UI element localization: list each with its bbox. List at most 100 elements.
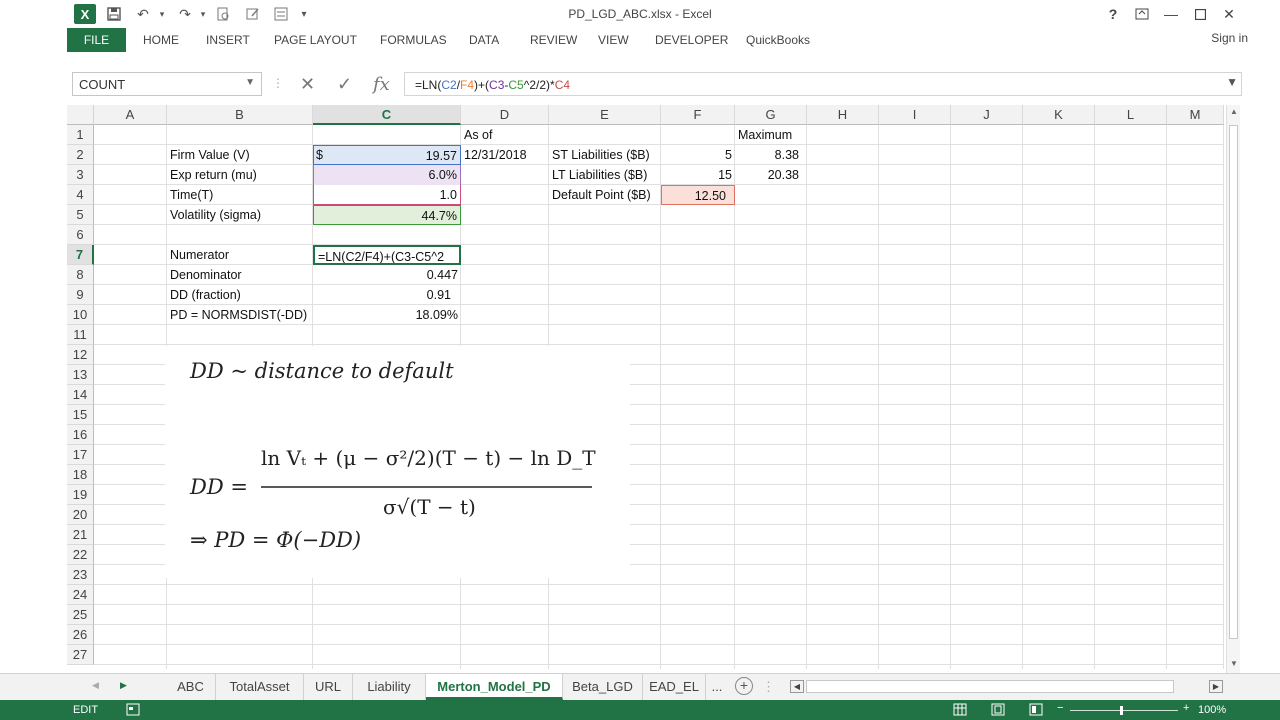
column-header-b[interactable]: B [167, 105, 313, 125]
sheet-tab-liability[interactable]: Liability [353, 674, 426, 700]
row-header-4[interactable]: 4 [67, 185, 94, 205]
scroll-down-icon[interactable]: ▼ [1230, 659, 1238, 668]
minimize-button[interactable]: — [1156, 4, 1186, 24]
cell-b2[interactable]: Firm Value (V) [167, 145, 313, 165]
row-header-23[interactable]: 23 [67, 565, 94, 585]
cell-c4[interactable]: 1.0 [313, 185, 461, 205]
cell-c7[interactable]: =LN(C2/F4)+(C3-C5^2 [313, 245, 461, 265]
sheet-tab-beta-lgd[interactable]: Beta_LGD [563, 674, 643, 700]
cell-b4[interactable]: Time(T) [167, 185, 313, 205]
cell-c2[interactable]: 19.57 [313, 145, 461, 165]
row-header-26[interactable]: 26 [67, 625, 94, 645]
column-header-k[interactable]: K [1023, 105, 1095, 125]
zoom-slider-thumb[interactable] [1120, 706, 1123, 715]
cell-c3[interactable]: 6.0% [313, 165, 461, 185]
tab-file[interactable]: FILE [67, 28, 126, 52]
scroll-left-icon[interactable]: ◀ [790, 680, 804, 693]
zoom-in-icon[interactable]: + [1183, 702, 1189, 714]
column-header-m[interactable]: M [1167, 105, 1224, 125]
cell-b7[interactable]: Numerator [167, 245, 313, 265]
close-button[interactable]: ✕ [1214, 4, 1244, 24]
vertical-scrollbar[interactable]: ▲ ▼ [1226, 105, 1240, 673]
enter-icon[interactable]: ✓ [337, 74, 352, 95]
cell-b8[interactable]: Denominator [167, 265, 313, 285]
column-header-c[interactable]: C [313, 105, 461, 125]
column-header-i[interactable]: I [879, 105, 951, 125]
zoom-out-icon[interactable]: − [1057, 702, 1063, 714]
row-header-9[interactable]: 9 [67, 285, 94, 305]
cancel-icon[interactable]: ✕ [300, 74, 315, 95]
row-header-27[interactable]: 27 [67, 645, 94, 665]
cell-b10[interactable]: PD = NORMSDIST(-DD) [167, 305, 313, 325]
more-sheets-button[interactable]: ... [706, 674, 728, 700]
tab-formulas[interactable]: FORMULAS [380, 33, 447, 47]
name-box[interactable]: COUNT ▼ [72, 72, 262, 96]
row-header-19[interactable]: 19 [67, 485, 94, 505]
tab-data[interactable]: DATA [469, 33, 499, 47]
row-header-18[interactable]: 18 [67, 465, 94, 485]
column-header-g[interactable]: G [735, 105, 807, 125]
maximize-button[interactable] [1185, 4, 1215, 24]
column-header-h[interactable]: H [807, 105, 879, 125]
add-sheet-button[interactable]: + [735, 677, 753, 695]
row-header-25[interactable]: 25 [67, 605, 94, 625]
formula-input[interactable]: =LN(C2/F4)+(C3-C5^2/2)*C4 [404, 72, 1242, 96]
row-header-15[interactable]: 15 [67, 405, 94, 425]
sheet-tab-url[interactable]: URL [304, 674, 353, 700]
cell-b3[interactable]: Exp return (mu) [167, 165, 313, 185]
tab-page-layout[interactable]: PAGE LAYOUT [274, 33, 357, 47]
column-header-j[interactable]: J [951, 105, 1023, 125]
row-header-14[interactable]: 14 [67, 385, 94, 405]
tab-home[interactable]: HOME [143, 33, 179, 47]
cell-b5[interactable]: Volatility (sigma) [167, 205, 313, 225]
expand-formula-bar-icon[interactable]: ▼ [1226, 75, 1238, 89]
sign-in-link[interactable]: Sign in [1211, 31, 1248, 45]
column-header-l[interactable]: L [1095, 105, 1167, 125]
row-header-22[interactable]: 22 [67, 545, 94, 565]
scroll-up-icon[interactable]: ▲ [1230, 107, 1238, 116]
row-header-10[interactable]: 10 [67, 305, 94, 325]
cell-e2[interactable]: ST Liabilities ($B) [549, 145, 661, 165]
horizontal-scrollbar-thumb[interactable] [806, 680, 1174, 693]
insert-function-icon[interactable]: fx [373, 74, 390, 95]
page-break-view-icon[interactable] [1029, 703, 1043, 719]
row-header-20[interactable]: 20 [67, 505, 94, 525]
row-header-7[interactable]: 7 [67, 245, 94, 265]
sheet-tab-abc[interactable]: ABC [166, 674, 216, 700]
cell-c5[interactable]: 44.7% [313, 205, 461, 225]
tab-insert[interactable]: INSERT [206, 33, 250, 47]
prev-sheet-icon[interactable]: ◀ [92, 680, 99, 691]
cell-d2[interactable]: 12/31/2018 [461, 145, 549, 165]
column-header-d[interactable]: D [461, 105, 549, 125]
chevron-down-icon[interactable]: ▼ [245, 77, 255, 88]
zoom-level[interactable]: 100% [1198, 704, 1226, 716]
tab-developer[interactable]: DEVELOPER [655, 33, 728, 47]
cell-b9[interactable]: DD (fraction) [167, 285, 313, 305]
row-header-24[interactable]: 24 [67, 585, 94, 605]
sheet-tab-merton-model-pd[interactable]: Merton_Model_PD [426, 674, 563, 700]
cell-f3[interactable]: 15 [661, 165, 735, 185]
sheet-tab-totalasset[interactable]: TotalAsset [216, 674, 304, 700]
row-header-2[interactable]: 2 [67, 145, 94, 165]
row-header-17[interactable]: 17 [67, 445, 94, 465]
tab-view[interactable]: VIEW [598, 33, 629, 47]
row-header-16[interactable]: 16 [67, 425, 94, 445]
scroll-right-icon[interactable]: ▶ [1209, 680, 1223, 693]
cell-c9[interactable]: 0.91 [313, 285, 461, 305]
column-header-f[interactable]: F [661, 105, 735, 125]
cell-e4[interactable]: Default Point ($B) [549, 185, 661, 205]
column-header-a[interactable]: A [94, 105, 167, 125]
help-button[interactable]: ? [1098, 4, 1128, 24]
cell-c8[interactable]: 0.447 [313, 265, 461, 285]
row-header-13[interactable]: 13 [67, 365, 94, 385]
row-header-6[interactable]: 6 [67, 225, 94, 245]
row-header-5[interactable]: 5 [67, 205, 94, 225]
cell-f4[interactable]: 12.50 [661, 185, 735, 205]
scrollbar-thumb[interactable] [1229, 125, 1238, 639]
row-header-11[interactable]: 11 [67, 325, 94, 345]
row-header-12[interactable]: 12 [67, 345, 94, 365]
macro-record-icon[interactable] [126, 703, 140, 719]
row-header-21[interactable]: 21 [67, 525, 94, 545]
page-layout-view-icon[interactable] [991, 703, 1005, 719]
cell-g1[interactable]: Maximum [735, 125, 807, 145]
